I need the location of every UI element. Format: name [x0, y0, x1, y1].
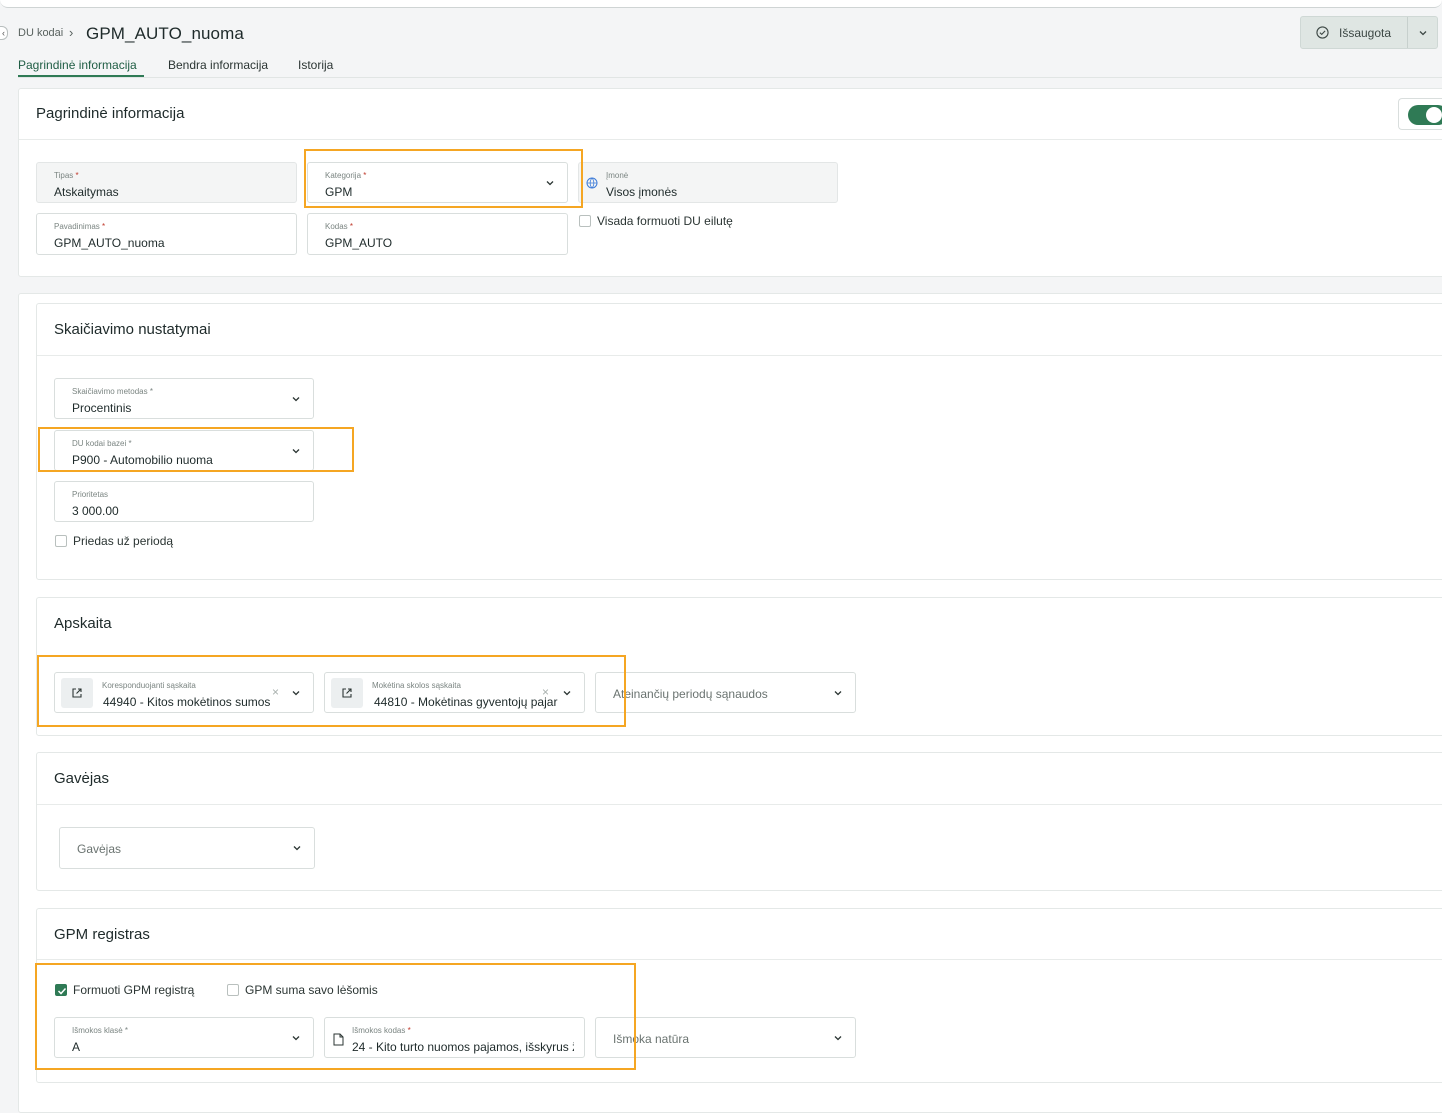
external-link-icon	[342, 688, 352, 698]
moketina-value: 44810 - Mokėtinas gyventojų pajar	[374, 695, 558, 709]
metodas-value: Procentinis	[72, 401, 132, 415]
formuoti-label: Formuoti GPM registrą	[73, 983, 195, 997]
prioritetas-value: 3 000.00	[72, 504, 119, 518]
kategorija-label: Kategorija	[325, 171, 362, 180]
visada-label: Visada formuoti DU eilutę	[597, 214, 733, 228]
globe-icon	[586, 177, 598, 189]
chevron-down-icon	[834, 691, 842, 696]
tipas-value: Atskaitymas	[54, 185, 119, 199]
bazei-select[interactable]: DU kodai bazei * P900 - Automobilio nuom…	[54, 430, 314, 471]
gavejas-card	[36, 752, 1442, 891]
checkmark-icon	[57, 987, 67, 995]
metodas-label: Skaičiavimo metodas	[72, 387, 148, 396]
breadcrumb[interactable]: DU kodai	[18, 27, 63, 39]
kodas-label: Kodas	[325, 222, 348, 231]
toggle-knob	[1426, 107, 1442, 123]
save-button[interactable]: Išsaugota	[1300, 16, 1438, 49]
tab-istorija[interactable]: Istorija	[298, 58, 333, 72]
basic-info-title: Pagrindinė informacija	[36, 105, 185, 122]
gavejas-select[interactable]: Gavėjas	[59, 827, 315, 869]
kategorija-value: GPM	[325, 185, 353, 199]
gavejas-title: Gavėjas	[54, 770, 110, 787]
breadcrumb-chevron-icon: ›	[69, 25, 74, 40]
chevron-down-icon	[292, 691, 300, 696]
gpm-title: GPM registras	[54, 926, 150, 943]
chevron-down-icon	[293, 846, 301, 851]
document-icon	[333, 1033, 344, 1046]
kodas-value: GPM_AUTO	[325, 236, 393, 250]
prioritetas-field[interactable]: Prioritetas 3 000.00	[54, 481, 314, 522]
gavejas-placeholder: Gavėjas	[77, 842, 122, 856]
klase-label: Išmokos klasė	[72, 1026, 123, 1035]
pavadinimas-label: Pavadinimas	[54, 222, 100, 231]
imone-field: Įmonė Visos įmonės	[578, 162, 838, 203]
pavadinimas-value: GPM_AUTO_nuoma	[54, 236, 165, 250]
calc-title: Skaičiavimo nustatymai	[54, 321, 211, 338]
ateinanciu-select[interactable]: Ateinančių periodų sąnaudos	[595, 672, 856, 713]
koresp-value: 44940 - Kitos mokėtinos sumos	[103, 695, 271, 709]
chevron-down-icon	[292, 1036, 300, 1041]
priedas-checkbox[interactable]	[55, 535, 67, 547]
divider	[37, 804, 1442, 805]
imone-value: Visos įmonės	[606, 185, 678, 199]
tab-pagrindine[interactable]: Pagrindinė informacija	[18, 58, 137, 72]
formuoti-checkbox[interactable]	[55, 984, 67, 996]
bazei-label: DU kodai bazei	[72, 439, 127, 448]
tipas-field: Tipas * Atskaitymas	[36, 162, 297, 203]
chevron-down-icon	[563, 691, 571, 696]
imone-label: Įmonė	[606, 171, 629, 180]
gpm-suma-checkbox[interactable]	[227, 984, 239, 996]
page-title: GPM_AUTO_nuoma	[86, 24, 244, 43]
bazei-value: P900 - Automobilio nuoma	[72, 453, 213, 467]
open-link-button[interactable]	[331, 678, 363, 708]
moketina-select[interactable]: Mokėtina skolos sąskaita 44810 - Mokėtin…	[324, 672, 585, 713]
apskaita-card	[36, 597, 1442, 736]
divider	[37, 355, 1442, 356]
apskaita-title: Apskaita	[54, 615, 112, 632]
visada-checkbox[interactable]	[579, 215, 591, 227]
chevron-down-icon	[834, 1036, 842, 1041]
klase-select[interactable]: Išmokos klasė * A	[54, 1017, 314, 1058]
chevron-down-icon[interactable]	[1417, 27, 1429, 39]
priedas-label: Priedas už periodą	[73, 534, 174, 548]
moketina-label: Mokėtina skolos sąskaita	[372, 681, 461, 690]
klase-value: A	[72, 1040, 81, 1054]
ateinanciu-placeholder: Ateinančių periodų sąnaudos	[613, 687, 768, 701]
collapse-sidebar-icon[interactable]: ‹	[0, 26, 8, 40]
gpm-suma-label: GPM suma savo lėšomis	[245, 983, 378, 997]
window-top-edge	[0, 0, 1442, 8]
tipas-label: Tipas	[54, 171, 74, 180]
chevron-down-icon	[546, 181, 554, 186]
tabs-divider	[18, 77, 1442, 78]
clear-icon[interactable]: ×	[272, 685, 279, 699]
ismokos-kodas-label: Išmokos kodas	[352, 1026, 406, 1035]
natura-select[interactable]: Išmoka natūra	[595, 1017, 856, 1058]
metodas-select[interactable]: Skaičiavimo metodas * Procentinis	[54, 378, 314, 419]
active-tab-underline	[18, 75, 144, 77]
check-circle-icon	[1316, 26, 1329, 39]
save-divider	[1407, 17, 1408, 48]
ismokos-kodas-select[interactable]: Išmokos kodas * 24 - Kito turto nuomos p…	[324, 1017, 585, 1058]
chevron-down-icon	[292, 449, 300, 454]
koresp-select[interactable]: Koresponduojanti sąskaita 44940 - Kitos …	[54, 672, 314, 713]
natura-placeholder: Išmoka natūra	[613, 1032, 690, 1046]
tab-bendra[interactable]: Bendra informacija	[168, 58, 268, 72]
ismokos-kodas-value: 24 - Kito turto nuomos pajamos, išskyrus…	[352, 1040, 574, 1054]
save-label: Išsaugota	[1339, 26, 1392, 40]
external-link-icon	[72, 688, 82, 698]
divider	[37, 959, 1442, 960]
open-link-button[interactable]	[61, 678, 93, 708]
prioritetas-label: Prioritetas	[72, 490, 109, 499]
clear-icon[interactable]: ×	[542, 685, 549, 699]
pavadinimas-field[interactable]: Pavadinimas * GPM_AUTO_nuoma	[36, 213, 297, 255]
koresp-label: Koresponduojanti sąskaita	[102, 681, 196, 690]
kodas-field[interactable]: Kodas * GPM_AUTO	[307, 213, 568, 255]
chevron-down-icon	[292, 397, 300, 402]
kategorija-select[interactable]: Kategorija * GPM	[307, 162, 568, 203]
active-toggle[interactable]	[1398, 98, 1442, 130]
divider	[19, 139, 1442, 140]
